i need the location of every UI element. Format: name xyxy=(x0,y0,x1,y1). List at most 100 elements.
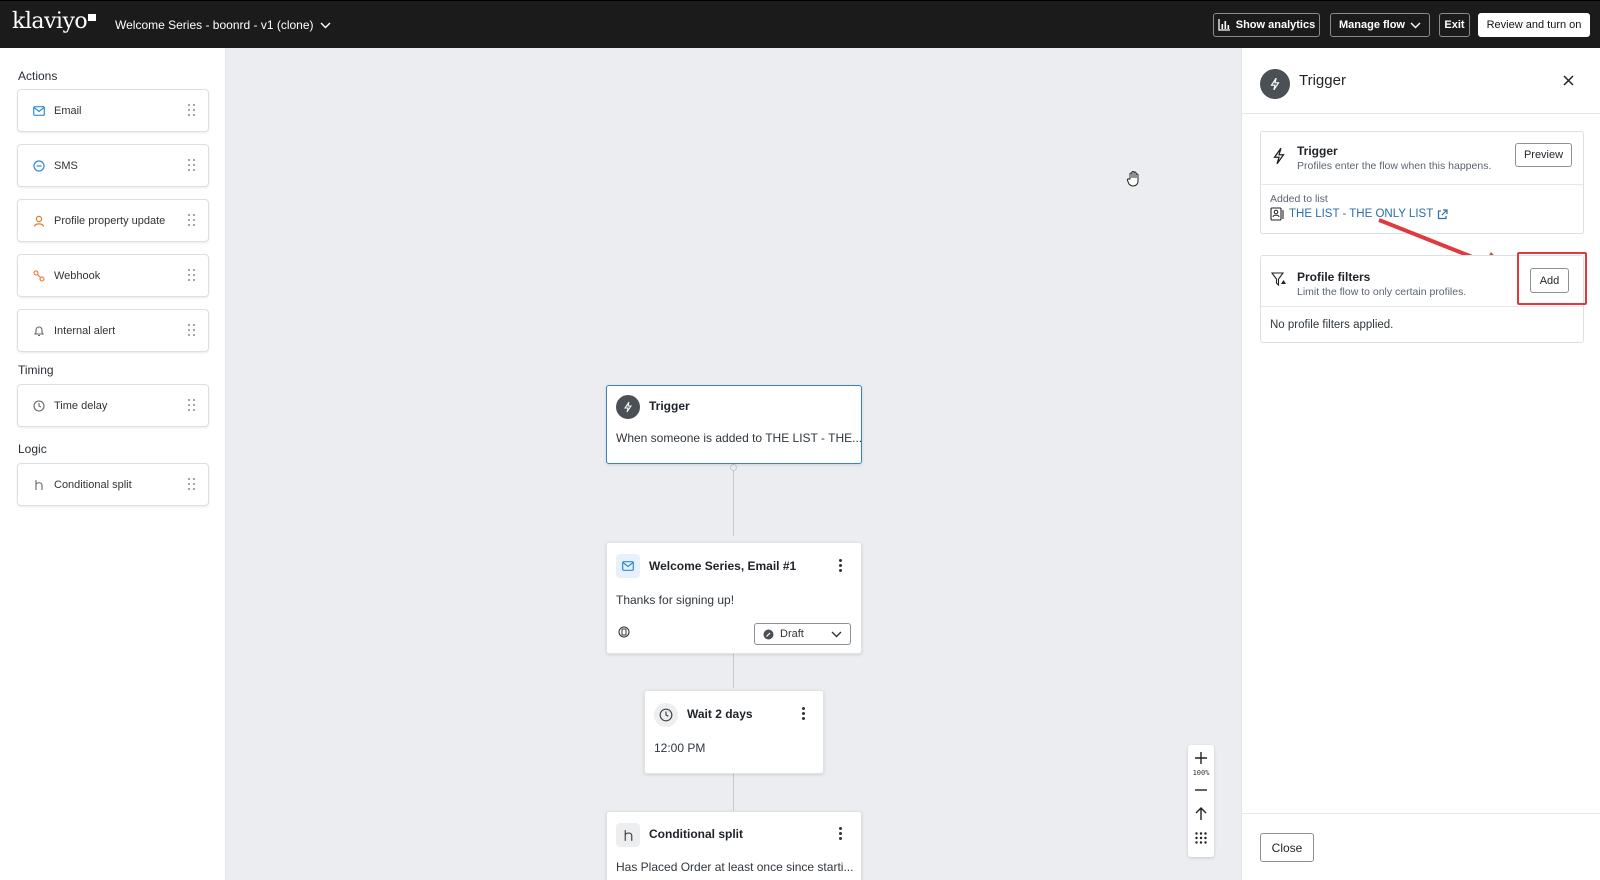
chevron-down-icon xyxy=(831,631,842,638)
drag-handle-icon[interactable] xyxy=(188,324,196,336)
sidebar-item-label: Internal alert xyxy=(54,324,116,337)
status-dropdown[interactable]: Draft xyxy=(754,623,851,645)
flow-name: Welcome Series - boonrd - v1 (clone) xyxy=(115,18,314,32)
node-description: Thanks for signing up! xyxy=(616,593,735,607)
added-to-list-label: Added to list xyxy=(1270,193,1328,205)
show-analytics-button[interactable]: Show analytics xyxy=(1213,13,1320,37)
show-analytics-label: Show analytics xyxy=(1235,19,1316,31)
clock-icon xyxy=(654,703,678,727)
node-title: Trigger xyxy=(649,399,690,413)
sidebar-item-time-delay[interactable]: Time delay xyxy=(17,384,209,427)
sidebar-item-label: SMS xyxy=(54,159,78,172)
card-title: Trigger xyxy=(1297,144,1338,158)
more-options-icon[interactable] xyxy=(839,827,842,840)
lightning-icon xyxy=(1273,147,1285,165)
sidebar-item-conditional-split[interactable]: Conditional split xyxy=(17,463,209,506)
sidebar-item-webhook[interactable]: Webhook xyxy=(17,254,209,297)
node-title: Conditional split xyxy=(649,827,743,841)
exit-button[interactable]: Exit xyxy=(1439,13,1470,37)
trigger-node[interactable]: Trigger When someone is added to THE LIS… xyxy=(606,385,862,464)
webhook-icon xyxy=(32,269,46,283)
close-button[interactable]: Close xyxy=(1260,833,1314,862)
manage-flow-button[interactable]: Manage flow xyxy=(1330,13,1430,37)
email-icon xyxy=(32,104,46,118)
chevron-down-icon xyxy=(1410,22,1421,28)
drag-handle-icon[interactable] xyxy=(188,159,196,171)
flow-name-dropdown[interactable]: Welcome Series - boonrd - v1 (clone) xyxy=(115,18,331,32)
sidebar-item-label: Time delay xyxy=(54,399,108,412)
sidebar-item-sms[interactable]: SMS xyxy=(17,144,209,187)
arrow-up-icon xyxy=(1195,806,1207,820)
drag-handle-icon[interactable] xyxy=(188,104,196,116)
panel-title: Trigger xyxy=(1299,72,1346,89)
drag-handle-icon[interactable] xyxy=(188,269,196,281)
mobile-preview-icon[interactable] xyxy=(618,626,630,638)
plus-icon xyxy=(1195,752,1207,764)
draft-status-icon xyxy=(763,629,774,639)
bar-chart-icon xyxy=(1218,19,1230,31)
drag-handle-icon[interactable] xyxy=(188,214,196,226)
actions-sidebar: Actions Email SMS Profile property updat… xyxy=(0,48,226,880)
annotation-highlight-box xyxy=(1517,252,1587,305)
divider xyxy=(1261,184,1583,185)
zoom-controls: 100% xyxy=(1188,745,1214,857)
logic-heading: Logic xyxy=(18,442,47,456)
actions-heading: Actions xyxy=(18,69,58,83)
lightning-icon xyxy=(1260,69,1290,99)
zoom-level: 100% xyxy=(1192,769,1210,777)
sidebar-item-profile-property-update[interactable]: Profile property update xyxy=(17,199,209,242)
close-icon[interactable] xyxy=(1563,75,1574,86)
chevron-down-icon xyxy=(320,22,331,28)
status-label: Draft xyxy=(780,628,804,640)
lightning-icon xyxy=(616,395,640,419)
node-title: Wait 2 days xyxy=(687,707,753,721)
trigger-settings-panel: Trigger Trigger Profiles enter the flow … xyxy=(1241,48,1600,880)
sidebar-item-email[interactable]: Email xyxy=(17,89,209,132)
flow-canvas[interactable]: Trigger When someone is added to THE LIS… xyxy=(226,48,1241,880)
time-delay-node[interactable]: Wait 2 days 12:00 PM xyxy=(644,690,824,774)
conditional-split-node[interactable]: Conditional split Has Placed Order at le… xyxy=(606,811,862,880)
klaviyo-logo[interactable]: klaviyo xyxy=(12,9,97,34)
email-node[interactable]: Welcome Series, Email #1 Thanks for sign… xyxy=(606,542,862,654)
zoom-out-button[interactable] xyxy=(1188,785,1214,795)
zoom-in-button[interactable] xyxy=(1188,751,1214,765)
exit-label: Exit xyxy=(1444,19,1465,31)
manage-flow-label: Manage flow xyxy=(1338,19,1405,31)
bell-icon xyxy=(32,324,46,338)
card-title: Profile filters xyxy=(1297,270,1371,284)
split-icon xyxy=(616,823,640,847)
fit-to-top-button[interactable] xyxy=(1188,805,1214,821)
drag-handle-icon[interactable] xyxy=(188,478,196,490)
filter-icon xyxy=(1271,272,1286,287)
split-icon xyxy=(32,478,46,492)
preview-button[interactable]: Preview xyxy=(1515,143,1572,167)
list-icon xyxy=(1270,207,1284,221)
sidebar-item-internal-alert[interactable]: Internal alert xyxy=(17,309,209,352)
sidebar-item-label: Email xyxy=(54,104,82,117)
divider xyxy=(1261,306,1583,307)
panel-header: Trigger xyxy=(1242,48,1600,114)
node-title: Welcome Series, Email #1 xyxy=(649,559,797,573)
more-options-icon[interactable] xyxy=(839,559,842,572)
sms-icon xyxy=(32,159,46,173)
sidebar-item-label: Profile property update xyxy=(54,214,166,227)
sidebar-item-label: Webhook xyxy=(54,269,101,282)
node-description: 12:00 PM xyxy=(654,741,706,755)
hand-cursor-icon xyxy=(1126,171,1139,187)
card-subtitle: Profiles enter the flow when this happen… xyxy=(1297,160,1492,172)
panel-footer: Close xyxy=(1242,813,1600,880)
minus-icon xyxy=(1195,789,1207,791)
more-options-icon[interactable] xyxy=(802,707,805,720)
timing-heading: Timing xyxy=(18,363,54,377)
profile-icon xyxy=(32,214,46,228)
node-description: Has Placed Order at least once since sta… xyxy=(616,860,854,874)
review-and-turn-on-button[interactable]: Review and turn on xyxy=(1478,13,1590,37)
review-label: Review and turn on xyxy=(1486,19,1582,31)
clock-icon xyxy=(32,399,46,413)
grid-icon xyxy=(1195,832,1207,844)
minimap-button[interactable] xyxy=(1188,830,1214,846)
card-subtitle: Limit the flow to only certain profiles. xyxy=(1297,286,1467,298)
drag-handle-icon[interactable] xyxy=(188,399,196,411)
email-icon xyxy=(616,554,640,578)
connector-dot[interactable] xyxy=(730,464,737,471)
